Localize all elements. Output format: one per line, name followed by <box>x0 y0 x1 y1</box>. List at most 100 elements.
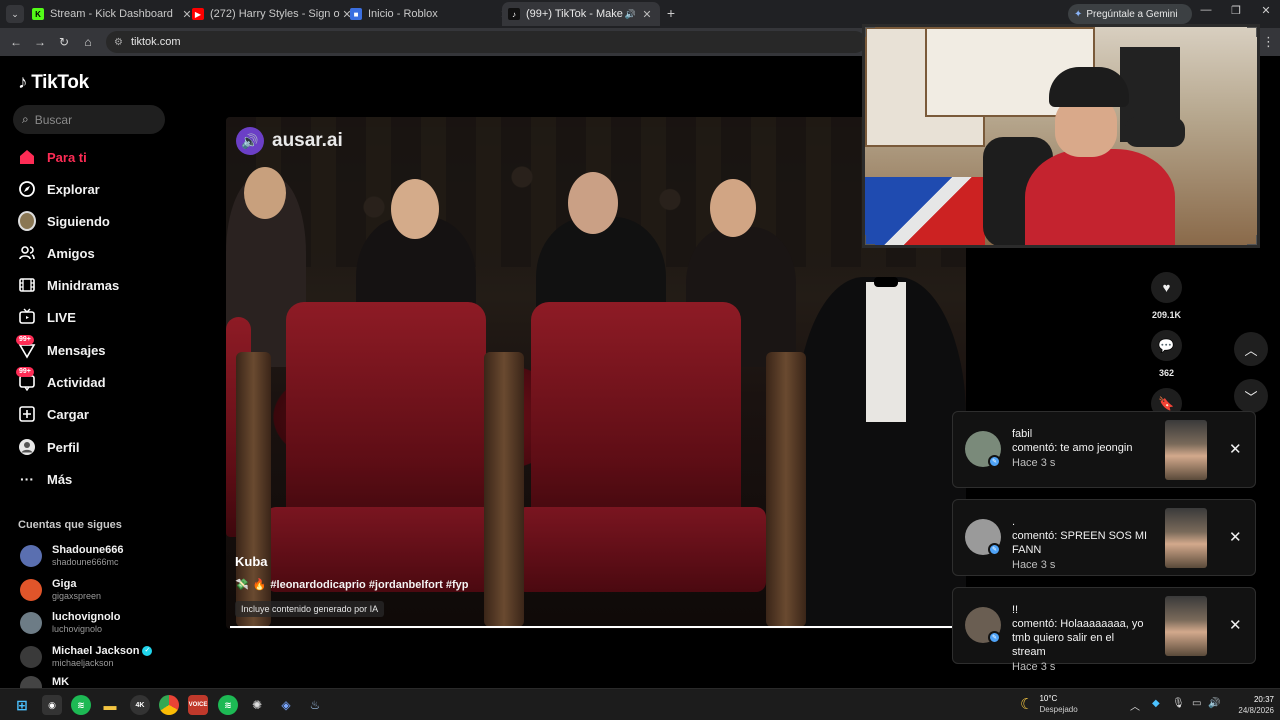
app-icon[interactable]: ◈ <box>276 695 296 715</box>
gemini-button[interactable]: ✦ Pregúntale a Gemini <box>1068 4 1192 24</box>
close-window-button[interactable]: ✕ <box>1256 4 1276 17</box>
video-author[interactable]: Kuba <box>235 554 268 569</box>
maximize-button[interactable]: ❐ <box>1226 4 1246 17</box>
comment-notification[interactable]: ✎ !! comentó: Holaaaaaaaa, yo tmb quiero… <box>952 587 1256 673</box>
browser-menu-icon[interactable]: ⋮ <box>1262 34 1275 50</box>
nav-actividad[interactable]: 99+ Actividad <box>16 367 106 394</box>
site-info-icon[interactable]: ⚙ <box>114 37 123 48</box>
nav-label: Mensajes <box>47 342 106 358</box>
back-button[interactable]: ← <box>8 34 24 50</box>
tiktok-logo-icon: ♪ <box>18 72 28 93</box>
following-account[interactable]: Michael Jackson ✓ michaeljackson <box>20 644 153 670</box>
nav-perfil[interactable]: Perfil <box>18 435 80 459</box>
forward-button[interactable]: → <box>32 34 48 50</box>
account-username: gigaxspreen <box>52 591 102 601</box>
next-video-button[interactable]: ﹀ <box>1234 379 1268 413</box>
volume-icon[interactable]: 🔊 <box>1208 698 1220 709</box>
close-icon[interactable]: ✕ <box>1229 616 1242 634</box>
close-icon[interactable]: ✕ <box>640 8 654 21</box>
home-icon <box>18 148 36 166</box>
steam-icon[interactable]: ♨ <box>305 695 325 715</box>
account-name: MK <box>52 676 70 688</box>
cam-frame-corner <box>1247 235 1257 245</box>
following-account[interactable]: luchovignolo luchovignolo <box>20 610 120 636</box>
previous-video-button[interactable]: ︿ <box>1234 332 1268 366</box>
video-thumbnail[interactable] <box>1165 596 1207 656</box>
nav-cargar[interactable]: Cargar <box>18 402 89 426</box>
following-account[interactable]: MK <box>20 676 69 688</box>
tab-youtube[interactable]: ▶ (272) Harry Styles - Sign of the ✕ <box>186 2 360 26</box>
minimize-button[interactable]: — <box>1196 4 1216 16</box>
video-watermark: 🔊 ausar.ai <box>236 127 343 155</box>
video-progress-bar[interactable] <box>230 626 960 628</box>
nav-mensajes[interactable]: 99+ Mensajes <box>16 335 106 362</box>
logo-text: TikTok <box>31 72 89 93</box>
system-clock[interactable]: 20:37 24/8/2026 <box>1226 694 1274 716</box>
chevron-down-icon: ﹀ <box>1244 389 1258 405</box>
reload-button[interactable]: ↻ <box>56 34 72 50</box>
tab-kick[interactable]: K Stream - Kick Dashboard ✕ <box>26 2 200 26</box>
chevron-up-icon[interactable]: ︿ <box>1130 698 1140 713</box>
home-button[interactable]: ⌂ <box>80 34 96 50</box>
following-account[interactable]: Shadoune666 shadoune666mc <box>20 543 124 569</box>
video-progress-fill <box>230 626 953 628</box>
url-field[interactable]: ⚙ tiktok.com <box>106 31 866 53</box>
friends-icon <box>18 244 36 262</box>
speaker-icon[interactable]: 🔊 <box>625 9 636 20</box>
bookmark-icon: 🔖 <box>1158 395 1175 411</box>
search-input[interactable]: ⌕ Buscar <box>13 105 165 134</box>
spotify-icon[interactable]: ≋ <box>71 695 91 715</box>
video-caption: 💸 🔥 #leonardodicaprio #jordanbelfort #fy… <box>235 578 468 592</box>
microphone-icon[interactable]: 🎙 <box>1172 698 1185 709</box>
cam-frame-corner <box>865 27 875 37</box>
app-icon[interactable]: ✺ <box>247 695 267 715</box>
video-figure-head <box>244 167 286 219</box>
4k-app-icon[interactable]: 4K <box>130 695 150 715</box>
shield-icon[interactable]: ◆ <box>1152 698 1160 709</box>
tab-roblox[interactable]: ■ Inicio - Roblox ✕ <box>344 2 518 26</box>
following-avatar <box>18 211 36 231</box>
nav-siguiendo[interactable]: Siguiendo <box>18 209 110 233</box>
close-icon[interactable]: ✕ <box>1229 440 1242 458</box>
caption-text[interactable]: #leonardodicaprio #jordanbelfort #fyp <box>270 579 468 591</box>
weather-condition: Despejado <box>1039 705 1078 714</box>
start-icon[interactable]: ⊞ <box>12 695 32 715</box>
money-icon: 💸 <box>235 579 249 591</box>
nav-explorar[interactable]: Explorar <box>18 177 100 201</box>
notification-text: !! comentó: Holaaaaaaaa, yo tmb quiero s… <box>1012 603 1148 674</box>
file-explorer-icon[interactable]: ▬ <box>100 695 120 715</box>
gemini-icon: ✦ <box>1074 8 1083 20</box>
following-account[interactable]: Giga gigaxspreen <box>20 577 101 603</box>
video-player[interactable]: 🔊 ausar.ai Kuba 💸 🔥 #leonardodicaprio #j… <box>226 117 966 629</box>
video-figure-head <box>391 179 439 239</box>
like-button[interactable]: ♥ <box>1151 272 1182 303</box>
weather-widget[interactable]: ☾ 10°C Despejado <box>1020 693 1078 715</box>
network-icon[interactable]: ▭ <box>1192 698 1201 709</box>
video-figure-head <box>568 172 618 234</box>
video-thumbnail[interactable] <box>1165 508 1207 568</box>
nav-label: Para ti <box>47 149 87 165</box>
nav-mas[interactable]: ··· Más <box>18 467 72 491</box>
tab-tiktok[interactable]: ♪ (99+) TikTok - Make Your Da 🔊 ✕ <box>502 2 660 26</box>
comment-badge-icon: ✎ <box>988 543 1001 556</box>
voicemeeter-icon[interactable]: VOICE <box>188 695 208 715</box>
comment-button[interactable]: 💬 <box>1151 330 1182 361</box>
chrome-icon[interactable] <box>159 695 179 715</box>
tab-search-button[interactable]: ⌄ <box>6 5 24 23</box>
nav-minidramas[interactable]: Minidramas <box>18 273 119 297</box>
comment-count: 362 <box>1158 368 1175 378</box>
tab-title: (99+) TikTok - Make Your Da <box>526 8 625 20</box>
tiktok-logo[interactable]: ♪ TikTok <box>18 72 89 94</box>
comment-notification[interactable]: ✎ . comentó: SPREEN SOS MI FANN Hace 3 s… <box>952 499 1256 576</box>
close-icon[interactable]: ✕ <box>1229 528 1242 546</box>
video-thumbnail[interactable] <box>1165 420 1207 480</box>
new-tab-button[interactable]: + <box>664 6 678 20</box>
youtube-icon: ▶ <box>192 8 204 20</box>
commenter-name: . <box>1012 516 1016 528</box>
spotify-icon[interactable]: ≋ <box>218 695 238 715</box>
nav-amigos[interactable]: Amigos <box>18 241 95 265</box>
comment-notification[interactable]: ✎ fabil comentó: te amo jeongin Hace 3 s… <box>952 411 1256 488</box>
app-icon[interactable]: ◉ <box>42 695 62 715</box>
nav-para-ti[interactable]: Para ti <box>18 145 87 169</box>
nav-live[interactable]: LIVE <box>18 305 76 329</box>
